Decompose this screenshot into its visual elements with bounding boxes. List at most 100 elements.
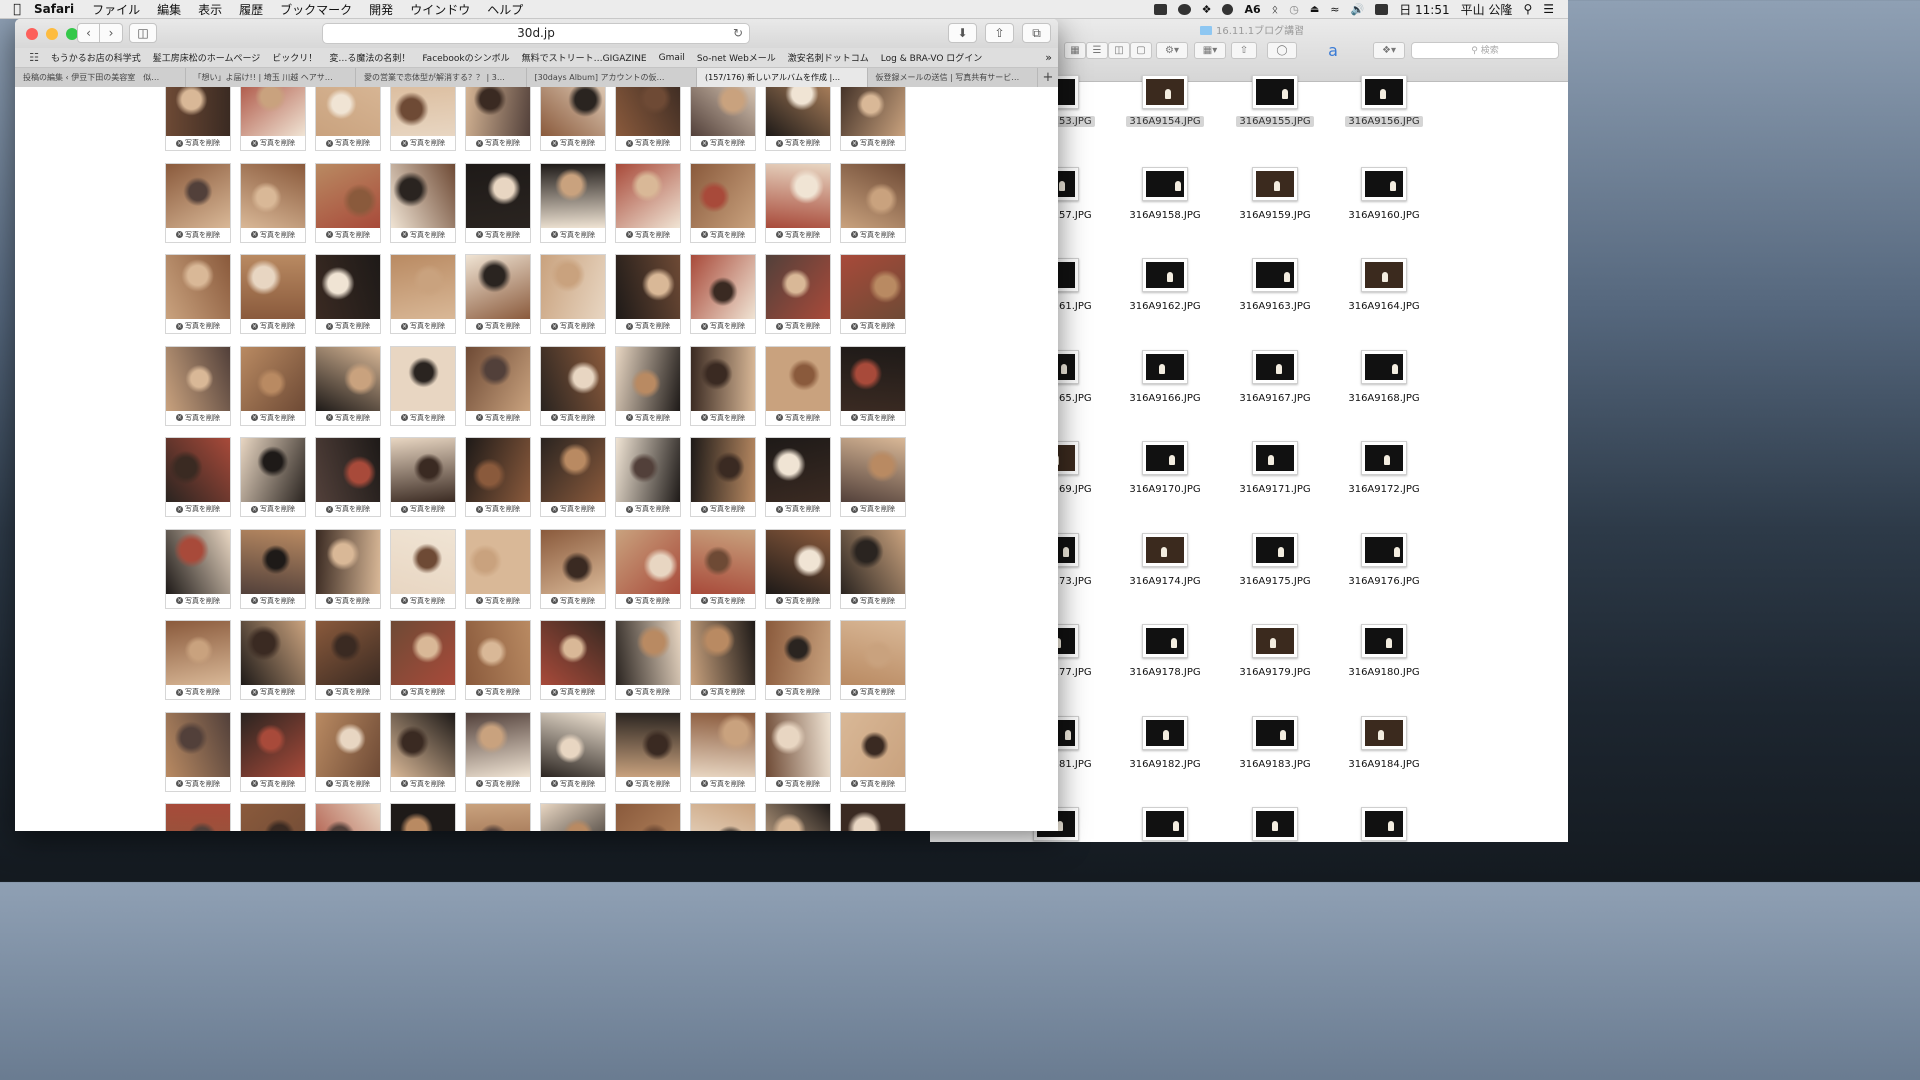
file-item[interactable]: 316A9186.JPG [1110, 807, 1220, 842]
downloads-icon[interactable]: ⬇ [948, 23, 977, 43]
photo-thumbnail[interactable]: ×写真を削除 [465, 254, 531, 334]
dropbox-icon[interactable]: ❖▾ [1373, 42, 1405, 59]
photo-thumbnail[interactable]: ×写真を削除 [840, 437, 906, 517]
file-item[interactable]: 316A9154.JPG [1110, 75, 1220, 128]
delete-photo-button[interactable]: × 写真を削除 [541, 502, 605, 516]
file-item[interactable]: 316A9156.JPG [1329, 75, 1439, 128]
photo-thumbnail[interactable]: ×写真を削除 [315, 254, 381, 334]
delete-photo-button[interactable]: × 写真を削除 [241, 228, 305, 242]
tab[interactable]: 投稿の編集 ‹ 伊豆下田の美容室 似… [15, 68, 186, 87]
sync-icon[interactable] [1222, 3, 1234, 15]
photo-thumbnail[interactable]: ×写真を削除 [765, 254, 831, 334]
photo-thumbnail[interactable]: ×写真を削除 [540, 254, 606, 334]
file-item[interactable]: 316A9162.JPG [1110, 258, 1220, 312]
photo-thumbnail[interactable]: ×写真を削除 [615, 803, 681, 831]
delete-photo-button[interactable]: × 写真を削除 [166, 136, 230, 150]
photo-thumbnail[interactable]: ×写真を削除 [315, 162, 381, 243]
input-method-icon[interactable] [1375, 3, 1389, 15]
delete-photo-button[interactable]: × 写真を削除 [541, 685, 605, 699]
share-icon[interactable]: ⇧ [985, 23, 1014, 43]
delete-photo-button[interactable]: × 写真を削除 [316, 594, 380, 608]
arrange-icon[interactable]: ▦▾ [1194, 42, 1226, 59]
delete-photo-button[interactable]: × 写真を削除 [316, 502, 380, 516]
reload-icon[interactable]: ↻ [733, 24, 743, 43]
photo-thumbnail[interactable]: ×写真を削除 [465, 345, 531, 426]
photo-thumbnail[interactable]: ×写真を削除 [765, 711, 831, 792]
photo-thumbnail[interactable]: ×写真を削除 [465, 87, 531, 151]
delete-photo-button[interactable]: × 写真を削除 [766, 319, 830, 333]
photo-thumbnail[interactable]: ×写真を削除 [615, 162, 681, 243]
bookmark-item[interactable]: Facebookのシンボル [422, 51, 509, 64]
delete-photo-button[interactable]: × 写真を削除 [616, 685, 680, 699]
delete-photo-button[interactable]: × 写真を削除 [166, 777, 230, 791]
wifi-icon[interactable]: ≈ [1330, 3, 1339, 16]
delete-photo-button[interactable]: × 写真を削除 [766, 411, 830, 425]
photo-thumbnail[interactable]: ×写真を削除 [615, 711, 681, 792]
photo-thumbnail[interactable]: ×写真を削除 [540, 803, 606, 831]
dropbox-icon[interactable]: ❖ [1202, 3, 1212, 16]
delete-photo-button[interactable]: × 写真を削除 [541, 411, 605, 425]
delete-photo-button[interactable]: × 写真を削除 [316, 685, 380, 699]
bookmark-item[interactable]: 無料でストリート…GIGAZINE [522, 51, 647, 64]
photo-thumbnail[interactable]: ×写真を削除 [840, 711, 906, 792]
delete-photo-button[interactable]: × 写真を削除 [616, 502, 680, 516]
delete-photo-button[interactable]: × 写真を削除 [391, 319, 455, 333]
delete-photo-button[interactable]: × 写真を削除 [541, 136, 605, 150]
menu-help[interactable]: ヘルプ [487, 1, 523, 18]
file-item[interactable]: 316A9179.JPG [1220, 624, 1330, 678]
photo-thumbnail[interactable]: ×写真を削除 [840, 345, 906, 426]
photo-thumbnail[interactable]: ×写真を削除 [690, 437, 756, 517]
photo-thumbnail[interactable]: ×写真を削除 [840, 87, 906, 151]
photo-thumbnail[interactable]: ×写真を削除 [240, 437, 306, 517]
photo-thumbnail[interactable]: ×写真を削除 [540, 345, 606, 426]
delete-photo-button[interactable]: × 写真を削除 [391, 136, 455, 150]
delete-photo-button[interactable]: × 写真を削除 [766, 228, 830, 242]
photo-thumbnail[interactable]: ×写真を削除 [690, 803, 756, 831]
delete-photo-button[interactable]: × 写真を削除 [841, 685, 905, 699]
photo-thumbnail[interactable]: ×写真を削除 [315, 437, 381, 517]
evernote-icon[interactable] [1153, 3, 1167, 15]
delete-photo-button[interactable]: × 写真を削除 [316, 228, 380, 242]
file-item[interactable]: 316A9164.JPG [1329, 258, 1439, 312]
bluetooth-icon[interactable]: ᛟ [1272, 3, 1279, 16]
delete-photo-button[interactable]: × 写真を削除 [241, 594, 305, 608]
photo-thumbnail[interactable]: ×写真を削除 [315, 711, 381, 792]
delete-photo-button[interactable]: × 写真を削除 [841, 411, 905, 425]
delete-photo-button[interactable]: × 写真を削除 [766, 136, 830, 150]
delete-photo-button[interactable]: × 写真を削除 [316, 411, 380, 425]
adobe-icon[interactable]: A6 [1244, 3, 1260, 16]
photo-thumbnail[interactable]: ×写真を削除 [165, 803, 231, 831]
coverflow-view-button[interactable]: ▢ [1130, 42, 1152, 59]
close-window-button[interactable] [26, 27, 38, 40]
delete-photo-button[interactable]: × 写真を削除 [691, 136, 755, 150]
photo-thumbnail[interactable]: ×写真を削除 [240, 345, 306, 426]
photo-thumbnail[interactable]: ×写真を削除 [765, 87, 831, 151]
photo-thumbnail[interactable]: ×写真を削除 [690, 528, 756, 609]
photo-thumbnail[interactable]: ×写真を削除 [165, 345, 231, 426]
delete-photo-button[interactable]: × 写真を削除 [616, 319, 680, 333]
delete-photo-button[interactable]: × 写真を削除 [316, 319, 380, 333]
photo-thumbnail[interactable]: ×写真を削除 [390, 345, 456, 426]
photo-thumbnail[interactable]: ×写真を削除 [465, 528, 531, 609]
delete-photo-button[interactable]: × 写真を削除 [391, 685, 455, 699]
tab[interactable]: 「想い」よ届け!! | 埼玉 川越 ヘアサ… [186, 68, 356, 87]
bookmark-item[interactable]: 激安名刺ドットコム [788, 51, 869, 64]
file-item[interactable]: 316A9180.JPG [1329, 624, 1439, 678]
photo-thumbnail[interactable]: ×写真を削除 [765, 528, 831, 609]
photo-thumbnail[interactable]: ×写真を削除 [165, 528, 231, 609]
delete-photo-button[interactable]: × 写真を削除 [616, 228, 680, 242]
delete-photo-button[interactable]: × 写真を削除 [316, 777, 380, 791]
photo-thumbnail[interactable]: ×写真を削除 [690, 345, 756, 426]
delete-photo-button[interactable]: × 写真を削除 [691, 411, 755, 425]
photo-thumbnail[interactable]: ×写真を削除 [165, 254, 231, 334]
delete-photo-button[interactable]: × 写真を削除 [766, 502, 830, 516]
photo-thumbnail[interactable]: ×写真を削除 [465, 162, 531, 243]
delete-photo-button[interactable]: × 写真を削除 [841, 502, 905, 516]
photo-thumbnail[interactable]: ×写真を削除 [615, 87, 681, 151]
action-gear-icon[interactable]: ⚙▾ [1156, 42, 1188, 59]
file-item[interactable]: 316A9171.JPG [1220, 441, 1330, 495]
bookmark-item[interactable]: もうかるお店の科学式 [51, 51, 141, 64]
photo-thumbnail[interactable]: ×写真を削除 [615, 437, 681, 517]
delete-photo-button[interactable]: × 写真を削除 [466, 594, 530, 608]
delete-photo-button[interactable]: × 写真を削除 [616, 136, 680, 150]
